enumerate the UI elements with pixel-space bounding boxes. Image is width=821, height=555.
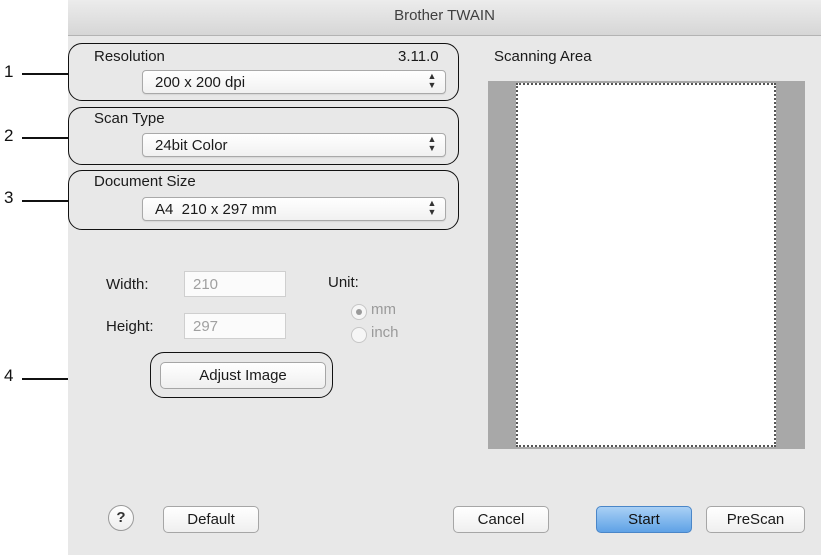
- height-field-value: 297: [193, 318, 219, 335]
- unit-inch-radio[interactable]: [351, 327, 367, 343]
- callout-leader-3: [22, 200, 70, 202]
- title-bar[interactable]: Brother TWAIN: [68, 0, 821, 36]
- adjust-image-button[interactable]: Adjust Image: [160, 362, 326, 389]
- callout-box-3: [68, 170, 459, 230]
- callout-box-1: [68, 43, 459, 101]
- callout-leader-2: [22, 137, 70, 139]
- cancel-button[interactable]: Cancel: [453, 506, 549, 533]
- unit-mm-radio[interactable]: [351, 304, 367, 320]
- default-button[interactable]: Default: [163, 506, 259, 533]
- brother-twain-window: Brother TWAIN Resolution 3.11.0 200 x 20…: [68, 0, 821, 555]
- radio-selected-dot: [356, 309, 362, 315]
- callout-leader-1: [22, 73, 70, 75]
- window-title: Brother TWAIN: [394, 7, 495, 24]
- width-field-value: 210: [193, 276, 219, 293]
- scan-selection-area[interactable]: [516, 83, 776, 447]
- height-field[interactable]: 297: [184, 313, 286, 339]
- callout-number-3: 3: [4, 188, 14, 207]
- callout-number-1: 1: [4, 62, 14, 81]
- prescan-button[interactable]: PreScan: [706, 506, 805, 533]
- height-label: Height:: [106, 318, 154, 335]
- width-label: Width:: [106, 276, 149, 293]
- scanning-area-label: Scanning Area: [494, 48, 592, 65]
- callout-number-4: 4: [4, 366, 14, 385]
- callout-number-2: 2: [4, 126, 14, 145]
- help-icon[interactable]: ?: [108, 505, 134, 531]
- unit-label: Unit:: [328, 274, 359, 291]
- scanning-area-preview[interactable]: [488, 81, 805, 449]
- width-field[interactable]: 210: [184, 271, 286, 297]
- start-button[interactable]: Start: [596, 506, 692, 533]
- unit-mm-label: mm: [371, 301, 396, 318]
- unit-inch-label: inch: [371, 324, 399, 341]
- page: 1 2 3 4 Brother TWAIN Resolution 3.11.0 …: [0, 0, 821, 555]
- callout-box-2: [68, 107, 459, 165]
